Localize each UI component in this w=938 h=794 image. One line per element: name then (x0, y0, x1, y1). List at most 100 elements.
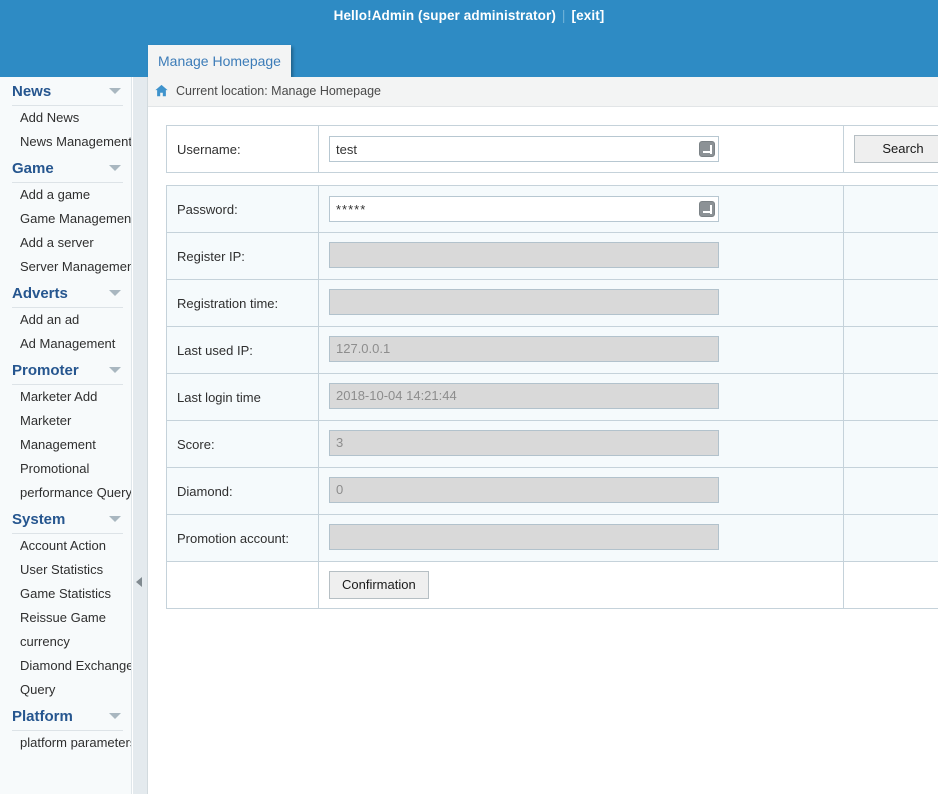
sidebar-item-server-management[interactable]: Server Management (0, 255, 131, 279)
sidebar-section-title: Promoter (12, 362, 79, 379)
greeting-text: Hello!Admin (super administrator) (333, 8, 556, 23)
forms-wrapper: Username: Search Password:Register IP:Re… (148, 107, 938, 609)
table-row: Last login time 2018-10-04 14:21:44 (166, 373, 938, 421)
field-value-cell: 127.0.0.1 (318, 326, 844, 374)
field-label: Diamond: (166, 467, 319, 515)
exit-link[interactable]: [exit] (572, 8, 605, 23)
table-row: Last used IP: 127.0.0.1 (166, 326, 938, 374)
table-row: Register IP: (166, 232, 938, 280)
table-row: Password: (166, 185, 938, 233)
user-detail-table: Password:Register IP:Registration time:L… (166, 185, 938, 609)
sidebar-item-reissue-game[interactable]: Reissue Game (0, 606, 131, 630)
table-row: Promotion account: (166, 514, 938, 562)
tab-manage-homepage[interactable]: Manage Homepage (148, 45, 291, 77)
sidebar-section-system[interactable]: System (12, 505, 123, 534)
sidebar-item-marketer-add[interactable]: Marketer Add (0, 385, 131, 409)
search-table: Username: Search (166, 125, 938, 173)
search-input[interactable] (329, 136, 719, 162)
breadcrumb-text: Current location: Manage Homepage (176, 84, 381, 98)
chevron-down-icon[interactable] (109, 713, 121, 719)
password-input[interactable] (329, 196, 719, 222)
field-value-cell: 0 (318, 467, 844, 515)
readonly-field (329, 241, 719, 268)
table-row: Diamond: 0 (166, 467, 938, 515)
sidebar-item-add-an-ad[interactable]: Add an ad (0, 308, 131, 332)
sidebar-item-add-news[interactable]: Add News (0, 106, 131, 130)
collapse-left-arrow-icon[interactable] (136, 577, 142, 587)
sidebar-section-news[interactable]: News (12, 77, 123, 106)
sidebar-collapse-strip[interactable] (133, 77, 148, 794)
chevron-down-icon[interactable] (109, 165, 121, 171)
empty-action-cell (843, 561, 938, 609)
field-action-cell (843, 420, 938, 468)
field-value-cell (318, 185, 844, 233)
field-label: Score: (166, 420, 319, 468)
field-value-cell (318, 279, 844, 327)
sidebar-item-user-statistics[interactable]: User Statistics (0, 558, 131, 582)
search-button[interactable]: Search (854, 135, 938, 163)
autofill-dots-icon[interactable] (699, 201, 715, 217)
readonly-field: 127.0.0.1 (329, 335, 719, 362)
tab-label: Manage Homepage (158, 53, 281, 69)
field-value-cell (318, 232, 844, 280)
sidebar-item-game-management[interactable]: Game Management (0, 207, 131, 231)
field-value-cell (318, 514, 844, 562)
field-action-cell (843, 326, 938, 374)
field-label: Last used IP: (166, 326, 319, 374)
field-action-cell (843, 467, 938, 515)
field-label: Last login time (166, 373, 319, 421)
user-greeting-area: Hello!Admin (super administrator) | [exit] (0, 0, 938, 32)
sidebar-item-news-management[interactable]: News Management (0, 130, 131, 154)
sidebar-item-promotional[interactable]: Promotional (0, 457, 131, 481)
field-value-cell: 3 (318, 420, 844, 468)
home-icon (155, 84, 168, 97)
sidebar-item-add-a-server[interactable]: Add a server (0, 231, 131, 255)
readonly-field (329, 523, 719, 550)
autofill-dots-icon[interactable] (699, 141, 715, 157)
field-label: Promotion account: (166, 514, 319, 562)
readonly-field: 3 (329, 429, 719, 456)
empty-label-cell (166, 561, 319, 609)
sidebar-item-management[interactable]: Management (0, 433, 131, 457)
sidebar-section-adverts[interactable]: Adverts (12, 279, 123, 308)
confirm-button-cell: Confirmation (318, 561, 844, 609)
sidebar-item-account-action[interactable]: Account Action (0, 534, 131, 558)
field-action-cell (843, 185, 938, 233)
sidebar-item-diamond-exchange[interactable]: Diamond Exchange (0, 654, 131, 678)
sidebar-item-game-statistics[interactable]: Game Statistics (0, 582, 131, 606)
confirmation-button[interactable]: Confirmation (329, 571, 429, 599)
field-action-cell (843, 279, 938, 327)
sidebar-item-ad-management[interactable]: Ad Management (0, 332, 131, 356)
field-label: Registration time: (166, 279, 319, 327)
sidebar-section-title: Game (12, 160, 54, 177)
chevron-down-icon[interactable] (109, 88, 121, 94)
username-field-cell (318, 125, 844, 173)
field-label: Password: (166, 185, 319, 233)
top-header-bar: Hello!Admin (super administrator) | [exit] (0, 0, 938, 45)
table-row-confirm: Confirmation (166, 561, 938, 609)
tab-strip-band (0, 45, 938, 77)
field-action-cell (843, 232, 938, 280)
sidebar-item-performance-query[interactable]: performance Query (0, 481, 131, 505)
main-content: Current location: Manage Homepage Userna… (148, 77, 938, 794)
table-row: Score: 3 (166, 420, 938, 468)
chevron-down-icon[interactable] (109, 290, 121, 296)
sidebar-section-title: System (12, 511, 66, 528)
sidebar-item-query[interactable]: Query (0, 678, 131, 702)
readonly-field: 2018-10-04 14:21:44 (329, 382, 719, 409)
chevron-down-icon[interactable] (109, 516, 121, 522)
sidebar-section-platform[interactable]: Platform (12, 702, 123, 731)
sidebar-item-marketer[interactable]: Marketer (0, 409, 131, 433)
sidebar-item-add-a-game[interactable]: Add a game (0, 183, 131, 207)
sidebar-section-title: News (12, 83, 52, 100)
sidebar-item-platform-parameters[interactable]: platform parameters (0, 731, 131, 755)
sidebar-section-game[interactable]: Game (12, 154, 123, 183)
sidebar-item-currency[interactable]: currency (0, 630, 131, 654)
field-action-cell (843, 514, 938, 562)
chevron-down-icon[interactable] (109, 367, 121, 373)
readonly-field: 0 (329, 476, 719, 503)
sidebar-section-title: Platform (12, 708, 73, 725)
username-input-wrap (329, 136, 719, 162)
sidebar-section-promoter[interactable]: Promoter (12, 356, 123, 385)
search-button-cell: Search (843, 125, 938, 173)
